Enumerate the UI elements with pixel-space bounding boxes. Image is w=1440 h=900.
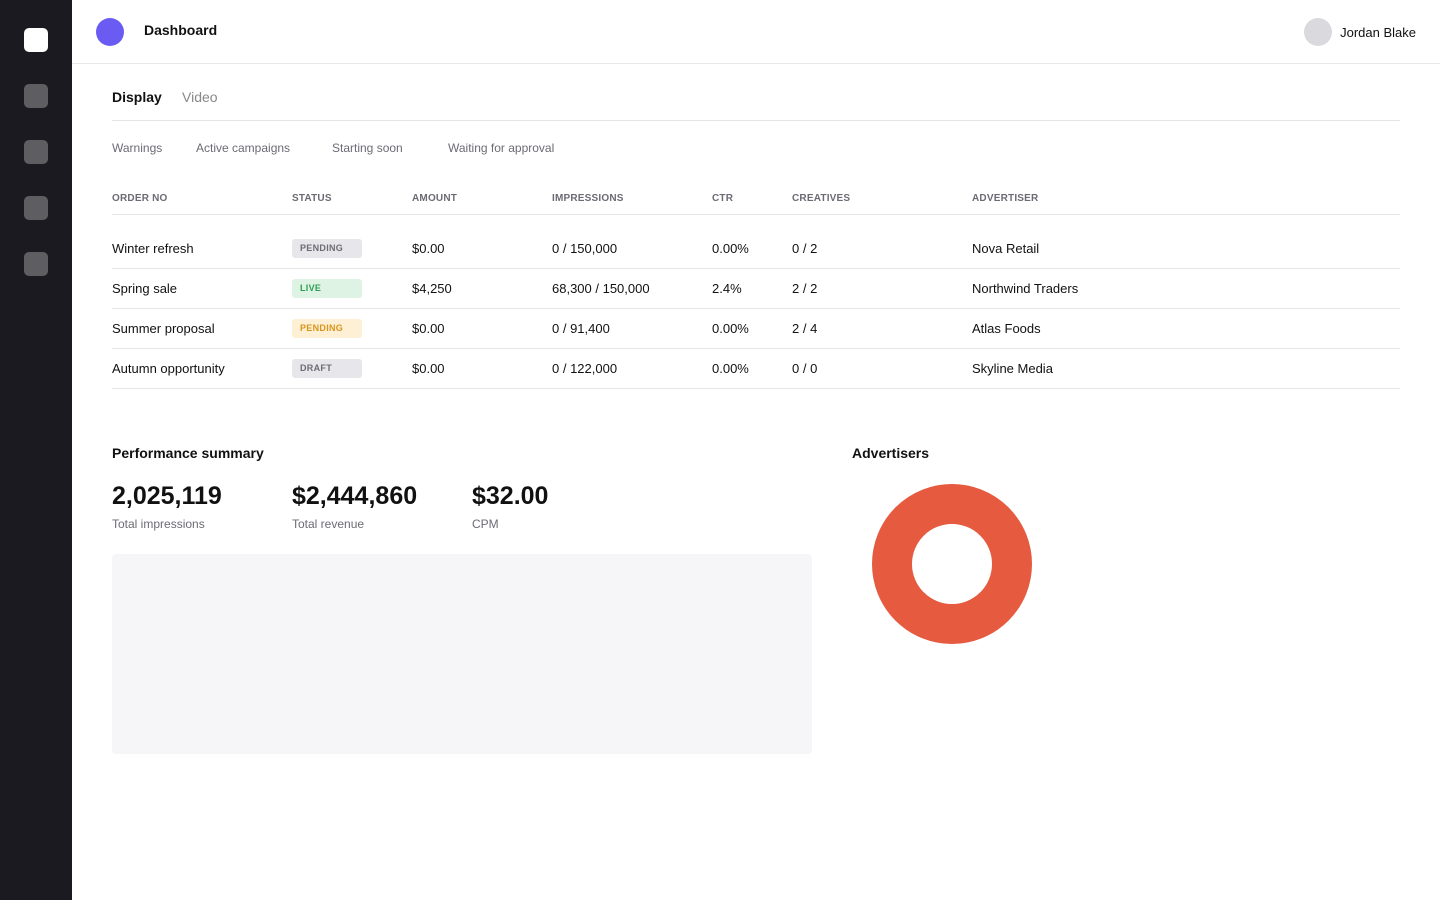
sidebar [0, 0, 72, 900]
user-menu[interactable]: Jordan Blake [1304, 18, 1416, 46]
order-name[interactable]: Autumn opportunity [112, 361, 225, 376]
column-header-advertiser[interactable]: ADVERTISER [972, 193, 1038, 204]
filter-warnings[interactable]: Warnings [112, 141, 162, 155]
status-badge: LIVE [292, 279, 362, 298]
ctr-value: 0.00% [712, 361, 749, 376]
advertisers-title: Advertisers [852, 445, 930, 461]
sidebar-nav-icon-5[interactable] [24, 252, 48, 276]
column-header-ctr[interactable]: CTR [712, 193, 733, 204]
column-header-order-no[interactable]: ORDER NO [112, 193, 168, 204]
filter-waiting-for-approval[interactable]: Waiting for approval [448, 141, 554, 155]
filter-starting-soon[interactable]: Starting soon [332, 141, 403, 155]
creatives-value: 0 / 2 [792, 241, 818, 256]
top-bar: Dashboard Jordan Blake [72, 0, 1440, 64]
status-badge: DRAFT [292, 359, 362, 378]
ctr-value: 0.00% [712, 241, 749, 256]
kpi-cpm-label: CPM [472, 517, 499, 531]
sidebar-nav-icon-4[interactable] [24, 196, 48, 220]
table-row[interactable]: Winter refresh PENDING $0.00 0 / 150,000… [112, 229, 1400, 269]
page-title: Dashboard [144, 22, 218, 38]
amount-value: $0.00 [412, 241, 445, 256]
amount-value: $0.00 [412, 361, 445, 376]
advertiser-name: Northwind Traders [972, 281, 1079, 296]
donut-slice-0[interactable] [872, 484, 1032, 644]
table-header-divider [112, 214, 1400, 215]
kpi-total-impressions-value: 2,025,119 [112, 482, 222, 510]
order-name[interactable]: Summer proposal [112, 321, 215, 336]
order-name[interactable]: Spring sale [112, 281, 177, 296]
sidebar-home-icon[interactable] [24, 28, 48, 52]
creatives-value: 2 / 2 [792, 281, 818, 296]
avatar[interactable] [1304, 18, 1333, 46]
table-row[interactable]: Autumn opportunity DRAFT $0.00 0 / 122,0… [112, 349, 1400, 389]
kpi-cpm-value: $32.00 [472, 482, 549, 510]
amount-value: $4,250 [412, 281, 452, 296]
media-tabs: Display Video [112, 88, 1400, 121]
order-name[interactable]: Winter refresh [112, 241, 194, 256]
creatives-value: 2 / 4 [792, 321, 818, 336]
kpi-total-revenue-label: Total revenue [292, 517, 365, 531]
advertiser-name: Skyline Media [972, 361, 1053, 376]
kpi-total-impressions-label: Total impressions [112, 517, 205, 531]
table-row[interactable]: Summer proposal PENDING $0.00 0 / 91,400… [112, 309, 1400, 349]
tab-video[interactable]: Video [182, 89, 218, 105]
tab-display[interactable]: Display [112, 89, 162, 105]
performance-chart-placeholder [112, 554, 812, 754]
performance-summary-title: Performance summary [112, 445, 264, 461]
advertisers-donut-chart [872, 484, 1032, 644]
advertiser-name: Nova Retail [972, 241, 1040, 256]
column-header-status[interactable]: STATUS [292, 193, 332, 204]
user-name: Jordan Blake [1340, 24, 1416, 40]
amount-value: $0.00 [412, 321, 445, 336]
impressions-value: 0 / 122,000 [552, 361, 618, 376]
impressions-value: 0 / 150,000 [552, 241, 618, 256]
column-header-impressions[interactable]: IMPRESSIONS [552, 193, 624, 204]
status-badge: PENDING [292, 239, 362, 258]
impressions-value: 0 / 91,400 [552, 321, 610, 336]
advertisers-donut-svg [872, 484, 1032, 644]
logo-icon[interactable] [96, 18, 124, 46]
ctr-value: 0.00% [712, 321, 749, 336]
status-badge: PENDING [292, 319, 362, 338]
table-row[interactable]: Spring sale LIVE $4,250 68,300 / 150,000… [112, 269, 1400, 309]
impressions-value: 68,300 / 150,000 [552, 281, 650, 296]
sidebar-nav-icon-3[interactable] [24, 140, 48, 164]
advertiser-name: Atlas Foods [972, 321, 1041, 336]
column-header-creatives[interactable]: CREATIVES [792, 193, 850, 204]
filter-active-campaigns[interactable]: Active campaigns [196, 141, 290, 155]
ctr-value: 2.4% [712, 281, 742, 296]
sidebar-nav-icon-2[interactable] [24, 84, 48, 108]
column-header-amount[interactable]: AMOUNT [412, 193, 457, 204]
creatives-value: 0 / 0 [792, 361, 818, 376]
kpi-total-revenue-value: $2,444,860 [292, 482, 418, 510]
